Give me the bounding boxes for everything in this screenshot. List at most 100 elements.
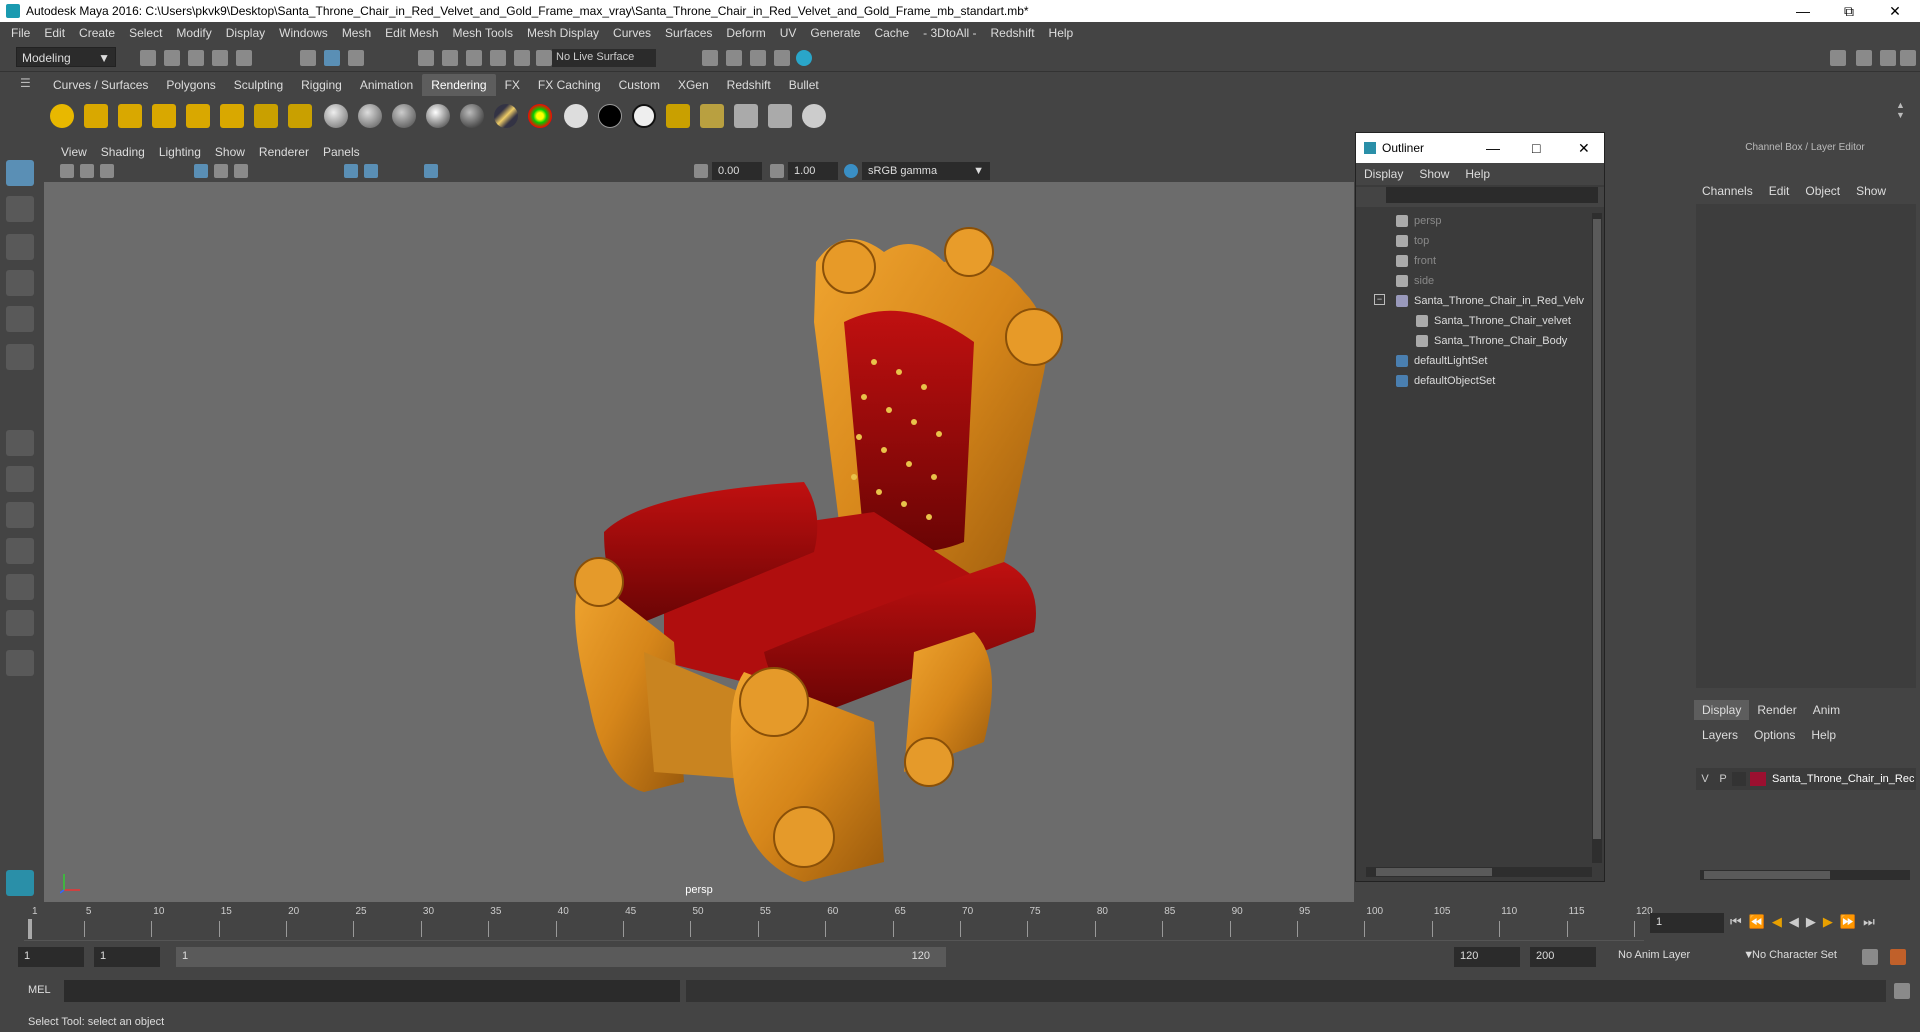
- shelf-tab-polygons[interactable]: Polygons: [157, 74, 224, 96]
- spot-light-icon[interactable]: [152, 104, 176, 128]
- shelf-tab-fx-caching[interactable]: FX Caching: [529, 74, 610, 96]
- make-live-icon[interactable]: [536, 50, 552, 66]
- channel-box-area[interactable]: [1696, 204, 1916, 688]
- area-light-icon[interactable]: [186, 104, 210, 128]
- snap-grid-icon[interactable]: [418, 50, 434, 66]
- shelf-tab-fx[interactable]: FX: [496, 74, 529, 96]
- menu-display[interactable]: Display: [219, 26, 272, 40]
- layered-shader-icon[interactable]: [494, 104, 518, 128]
- shelf-tab-sculpting[interactable]: Sculpting: [225, 74, 292, 96]
- go-to-start-icon[interactable]: ⏮: [1730, 914, 1742, 934]
- menu-uv[interactable]: UV: [773, 26, 804, 40]
- channels-edit-menu[interactable]: Edit: [1761, 184, 1798, 198]
- outliner-menu-show[interactable]: Show: [1411, 167, 1457, 181]
- render-view-icon[interactable]: [796, 50, 812, 66]
- render-settings-shelf-icon[interactable]: [666, 104, 690, 128]
- snap-view-plane-icon[interactable]: [490, 50, 506, 66]
- outliner-h-scrollbar[interactable]: [1366, 867, 1592, 877]
- menu-surfaces[interactable]: Surfaces: [658, 26, 719, 40]
- outliner-search-input[interactable]: [1386, 187, 1598, 203]
- step-back-frame-icon[interactable]: ◀: [1772, 914, 1782, 934]
- menu-help[interactable]: Help: [1042, 26, 1081, 40]
- gamma-icon[interactable]: [770, 164, 784, 178]
- phong-shader-icon[interactable]: [392, 104, 416, 128]
- select-by-component-icon[interactable]: [348, 50, 364, 66]
- menu-curves[interactable]: Curves: [606, 26, 658, 40]
- outliner-item[interactable]: side: [1396, 271, 1434, 291]
- undo-icon[interactable]: [212, 50, 228, 66]
- attribute-editor-toggle-icon[interactable]: [1856, 50, 1872, 66]
- shelf-tab-rigging[interactable]: Rigging: [292, 74, 351, 96]
- menu-redshift[interactable]: Redshift: [984, 26, 1042, 40]
- color-management-icon[interactable]: [844, 164, 858, 178]
- range-slider-bar[interactable]: 1 120: [176, 947, 946, 967]
- camera-attributes-icon[interactable]: [80, 164, 94, 178]
- auto-key-icon[interactable]: [1862, 949, 1878, 965]
- current-frame-field[interactable]: 1: [1650, 913, 1724, 933]
- panel-menu-show[interactable]: Show: [208, 145, 252, 159]
- shading-map-icon[interactable]: [632, 104, 656, 128]
- outliner-scrollbar[interactable]: [1592, 213, 1602, 863]
- menu-mesh-tools[interactable]: Mesh Tools: [446, 26, 520, 40]
- lasso-tool-icon[interactable]: [6, 196, 34, 222]
- menu-mesh[interactable]: Mesh: [335, 26, 378, 40]
- surface-shader-icon[interactable]: [564, 104, 588, 128]
- scale-tool-icon[interactable]: [6, 344, 34, 370]
- maximize-icon[interactable]: □: [1532, 140, 1540, 156]
- bookmark-icon[interactable]: [100, 164, 114, 178]
- persp-outliner-layout-icon[interactable]: [6, 502, 34, 528]
- layer-color-swatch[interactable]: [1750, 772, 1766, 786]
- outliner-scroll-thumb[interactable]: [1593, 219, 1601, 839]
- shelf-tab-rendering[interactable]: Rendering: [422, 74, 496, 96]
- layers-menu[interactable]: Layers: [1694, 728, 1746, 742]
- menu-set-selector[interactable]: Modeling ▼: [16, 47, 116, 67]
- menu-generate[interactable]: Generate: [803, 26, 867, 40]
- ambient-light-icon[interactable]: [50, 104, 74, 128]
- panel-menu-renderer[interactable]: Renderer: [252, 145, 316, 159]
- outliner-menu-help[interactable]: Help: [1457, 167, 1498, 181]
- shelf-tab-curves-surfaces[interactable]: Curves / Surfaces: [44, 74, 157, 96]
- step-forward-key-icon[interactable]: ⏩: [1840, 914, 1856, 934]
- panel-menu-shading[interactable]: Shading: [94, 145, 152, 159]
- step-back-key-icon[interactable]: ⏪: [1749, 914, 1765, 934]
- ipr-render-icon[interactable]: [726, 50, 742, 66]
- camera-aim-icon[interactable]: [288, 104, 312, 128]
- outliner-h-scroll-thumb[interactable]: [1376, 868, 1492, 876]
- shelf-scroll-icon[interactable]: ▲ ▼: [1896, 100, 1908, 130]
- new-scene-icon[interactable]: [140, 50, 156, 66]
- restore-button[interactable]: ⧉: [1826, 0, 1872, 22]
- tool-settings-toggle-icon[interactable]: [1880, 50, 1896, 66]
- layer-type-toggle[interactable]: [1732, 772, 1746, 786]
- outliner-item[interactable]: Santa_Throne_Chair_Body: [1416, 331, 1567, 351]
- menu-deform[interactable]: Deform: [719, 26, 772, 40]
- animation-preferences-icon[interactable]: [1890, 949, 1906, 965]
- anim-layer-select[interactable]: No Anim Layer ▼: [1618, 949, 1754, 961]
- panel-menu-view[interactable]: View: [54, 145, 94, 159]
- directional-light-icon[interactable]: [84, 104, 108, 128]
- outliner-item[interactable]: Santa_Throne_Chair_velvet: [1416, 311, 1571, 331]
- close-icon[interactable]: ✕: [1578, 140, 1590, 157]
- exposure-icon[interactable]: [694, 164, 708, 178]
- menu-windows[interactable]: Windows: [272, 26, 335, 40]
- layer-visibility-toggle[interactable]: V: [1696, 773, 1714, 785]
- persp-graph-layout-icon[interactable]: [6, 538, 34, 564]
- phong-e-shader-icon[interactable]: [426, 104, 450, 128]
- layout-more-icon[interactable]: [6, 650, 34, 676]
- render-current-frame-icon[interactable]: [702, 50, 718, 66]
- perspective-viewport[interactable]: persp: [44, 182, 1354, 902]
- menu-create[interactable]: Create: [72, 26, 122, 40]
- lambert-shader-icon[interactable]: [324, 104, 348, 128]
- channel-box-toggle-icon[interactable]: [1900, 50, 1916, 66]
- layer-h-scrollbar[interactable]: [1700, 870, 1910, 880]
- channels-object-menu[interactable]: Object: [1797, 184, 1848, 198]
- shelf-tab-bullet[interactable]: Bullet: [780, 74, 828, 96]
- menu-edit-mesh[interactable]: Edit Mesh: [378, 26, 445, 40]
- blinn-shader-icon[interactable]: [358, 104, 382, 128]
- redo-icon[interactable]: [236, 50, 252, 66]
- panel-menu-panels[interactable]: Panels: [316, 145, 367, 159]
- shelf-tab-xgen[interactable]: XGen: [669, 74, 718, 96]
- collapse-toggle-icon[interactable]: −: [1374, 294, 1385, 305]
- camera-select-icon[interactable]: [60, 164, 74, 178]
- batch-render-icon[interactable]: [734, 104, 758, 128]
- shelf-menu-icon[interactable]: ☰: [20, 76, 32, 90]
